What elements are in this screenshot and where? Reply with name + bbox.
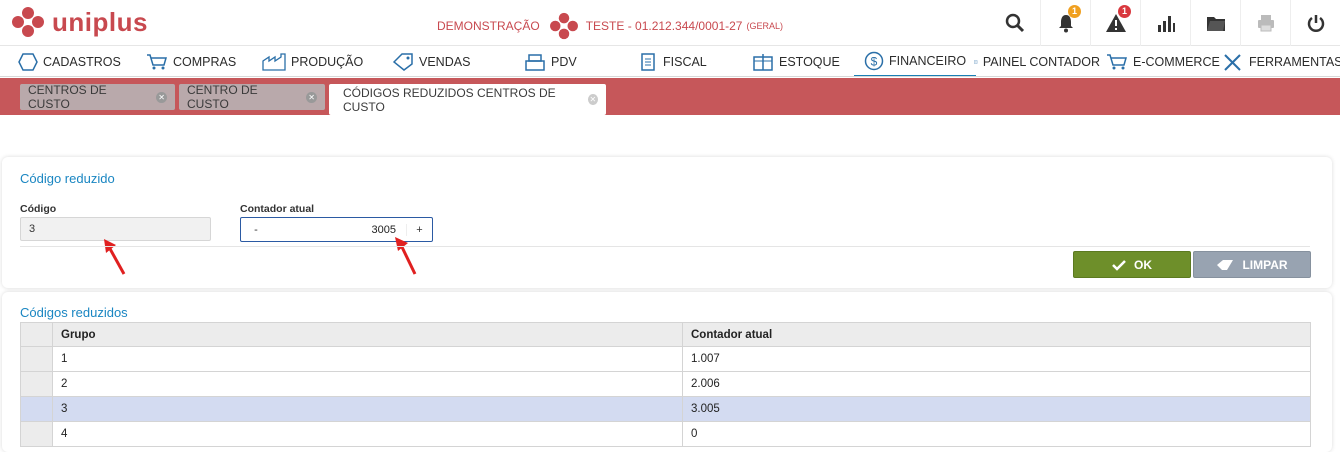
print-button[interactable] (1240, 0, 1290, 46)
increment-button[interactable]: + (406, 223, 432, 236)
list-title: Códigos reduzidos (20, 305, 128, 320)
tab-centros-de-custo[interactable]: CENTROS DE CUSTO ✕ (20, 83, 175, 111)
table-header: Grupo Contador atual (20, 322, 1311, 347)
menu-ferramentas[interactable]: FERRAMENTAS (1222, 47, 1340, 76)
company-logo-icon (549, 12, 578, 40)
check-icon (1112, 259, 1126, 271)
table-row[interactable]: 2 2.006 (20, 371, 1311, 397)
close-icon[interactable]: ✕ (156, 91, 167, 103)
code-form-panel: Código reduzido Código 3 Contador atual … (2, 157, 1332, 288)
ok-button[interactable]: OK (1073, 251, 1191, 278)
menu-cadastros[interactable]: CADASTROS (18, 47, 121, 76)
box-icon (753, 54, 773, 71)
menu-fiscal[interactable]: FISCAL (638, 47, 707, 76)
power-icon (1307, 15, 1324, 32)
tab-centro-de-custo[interactable]: CENTRO DE CUSTO ✕ (179, 83, 325, 111)
decrement-button[interactable]: - (241, 224, 271, 236)
section-title: Código reduzido (20, 171, 115, 186)
spacer (0, 115, 1340, 155)
tab-strip: CENTROS DE CUSTO ✕ CENTRO DE CUSTO ✕ CÓD… (0, 78, 1340, 115)
print-icon (1257, 15, 1274, 32)
menu-producao[interactable]: PRODUÇÃO (262, 47, 363, 76)
arrow-annotation-icon (104, 239, 126, 275)
cell-contador[interactable]: 2.006 (682, 371, 1311, 397)
table-row[interactable]: 1 1.007 (20, 346, 1311, 372)
table-row-selected[interactable]: 3 3.005 (20, 396, 1311, 422)
contador-label: Contador atual (240, 203, 315, 215)
hexagon-icon (18, 53, 38, 71)
menu-pdv[interactable]: PDV (524, 47, 577, 76)
top-icons: 1 1 (990, 0, 1340, 46)
menu-vendas[interactable]: VENDAS (392, 47, 470, 76)
row-selector[interactable] (20, 346, 53, 372)
cell-grupo[interactable]: 2 (52, 371, 683, 397)
codigo-label: Código (20, 203, 57, 215)
tag-icon (392, 53, 413, 71)
menu-compras[interactable]: COMPRAS (146, 47, 236, 76)
brand-name: uniplus (52, 6, 148, 37)
column-header-contador[interactable]: Contador atual (682, 322, 1311, 347)
notifications-badge: 1 (1068, 5, 1081, 18)
row-selector[interactable] (20, 371, 53, 397)
reports-button[interactable] (1140, 0, 1190, 46)
chart-icon (1157, 16, 1175, 32)
cell-contador[interactable]: 1.007 (682, 346, 1311, 372)
cart-icon (1107, 54, 1127, 70)
clear-button[interactable]: LIMPAR (1193, 251, 1311, 278)
alerts-badge: 1 (1118, 5, 1131, 18)
panel-icon (974, 60, 978, 64)
uniplus-logo-icon (12, 7, 44, 37)
company-name: TESTE - 01.212.344/0001-27 (585, 19, 743, 33)
tools-icon (1224, 54, 1241, 71)
alerts-button[interactable]: 1 (1090, 0, 1140, 46)
company-info[interactable]: DEMONSTRAÇÃO TESTE - 01.212.344/0001-27 … (437, 12, 783, 40)
codes-list-panel: Códigos reduzidos Grupo Contador atual 1… (2, 292, 1332, 452)
menu-estoque[interactable]: ESTOQUE (752, 47, 840, 76)
divider (20, 246, 1310, 247)
codes-table: Grupo Contador atual 1 1.007 2 2.006 3 3… (20, 322, 1311, 447)
document-icon (641, 53, 655, 71)
menu-painel-contador[interactable]: PAINEL CONTADOR (974, 47, 1100, 76)
column-header-grupo[interactable]: Grupo (52, 322, 683, 347)
close-icon[interactable]: ✕ (587, 94, 598, 105)
dollar-icon: $ (864, 51, 884, 71)
mode-label: DEMONSTRAÇÃO (437, 19, 540, 33)
cart-icon (147, 54, 167, 70)
folder-icon (1206, 17, 1225, 31)
factory-icon (262, 53, 286, 71)
tab-codigos-reduzidos[interactable]: CÓDIGOS REDUZIDOS CENTROS DE CUSTO ✕ (329, 84, 606, 115)
notifications-button[interactable]: 1 (1040, 0, 1090, 46)
menu-financeiro[interactable]: $ FINANCEIRO (854, 47, 977, 76)
arrow-annotation-icon (395, 237, 417, 275)
register-icon (525, 54, 545, 71)
company-scope: (GERAL) (746, 21, 783, 31)
row-selector[interactable] (20, 396, 53, 422)
row-selector-header (20, 322, 53, 347)
close-icon[interactable]: ✕ (306, 91, 317, 103)
cell-grupo[interactable]: 3 (52, 396, 683, 422)
search-icon (1005, 13, 1025, 33)
contador-value[interactable]: 3005 (271, 224, 406, 236)
eraser-icon (1217, 259, 1234, 270)
menu-ecommerce[interactable]: E-COMMERCE (1106, 47, 1220, 76)
files-button[interactable] (1190, 0, 1240, 46)
search-button[interactable] (990, 0, 1040, 46)
main-menu: CADASTROS COMPRAS PRODUÇÃO VENDAS PDV FI… (0, 47, 1340, 77)
uniplus-logo[interactable]: uniplus (10, 6, 148, 38)
logout-button[interactable] (1290, 0, 1340, 46)
cell-grupo[interactable]: 1 (52, 346, 683, 372)
top-bar: uniplus DEMONSTRAÇÃO TESTE - 01.212.344/… (0, 0, 1340, 46)
cell-contador[interactable]: 3.005 (682, 396, 1311, 422)
svg-text:$: $ (871, 55, 878, 69)
